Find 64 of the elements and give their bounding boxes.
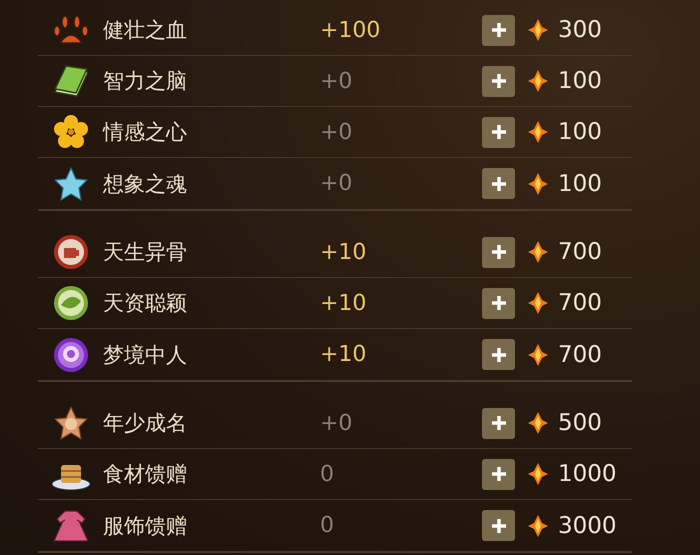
star-icon xyxy=(52,166,88,202)
bonus-value: +0 xyxy=(320,171,354,196)
plus-icon xyxy=(490,174,508,192)
cost-value: 300 xyxy=(558,17,602,43)
gem-icon xyxy=(528,172,548,194)
plus-icon xyxy=(490,243,508,261)
gem-icon xyxy=(528,514,548,536)
gem-icon xyxy=(528,70,548,92)
book-icon xyxy=(52,64,90,98)
cost-value: 3000 xyxy=(558,512,617,538)
gem-icon xyxy=(528,292,548,314)
plus-icon xyxy=(490,346,508,364)
bonus-value: +10 xyxy=(320,240,368,264)
gem-icon xyxy=(528,121,548,143)
attribute-name: 天生异骨 xyxy=(103,239,188,266)
plus-icon xyxy=(490,465,508,483)
cost-value: 700 xyxy=(558,290,602,316)
attribute-name: 天资聪颖 xyxy=(103,290,188,317)
plus-icon xyxy=(490,414,508,432)
cost-value: 100 xyxy=(558,170,602,196)
plus-icon xyxy=(490,72,508,90)
gem-icon xyxy=(528,241,548,263)
gem-icon xyxy=(528,412,548,434)
bonus-value: +0 xyxy=(320,120,354,144)
add-button[interactable] xyxy=(482,288,515,318)
paw-icon xyxy=(52,13,90,47)
plus-icon xyxy=(490,516,508,534)
add-button[interactable] xyxy=(482,236,515,268)
attribute-name: 年少成名 xyxy=(103,410,188,437)
add-button[interactable] xyxy=(482,458,515,490)
gem-icon xyxy=(528,463,548,485)
star-medal-icon xyxy=(52,405,88,441)
cost-value: 1000 xyxy=(558,461,617,487)
bonus-value: 0 xyxy=(320,513,335,538)
flower-icon xyxy=(52,114,88,150)
cost-value: 100 xyxy=(558,68,602,94)
cost-value: 700 xyxy=(558,239,602,265)
bonus-value: 0 xyxy=(320,462,335,486)
leaf-badge-icon xyxy=(52,285,88,321)
add-button[interactable] xyxy=(482,14,515,46)
add-button[interactable] xyxy=(482,408,515,438)
bonus-value: +10 xyxy=(320,342,368,367)
cost-value: 500 xyxy=(558,410,602,436)
plus-icon xyxy=(490,21,508,39)
bonus-value: +0 xyxy=(320,68,354,94)
dress-icon xyxy=(52,508,90,544)
gem-icon xyxy=(528,344,548,366)
attribute-name: 智力之脑 xyxy=(103,68,188,95)
attribute-name: 情感之心 xyxy=(103,119,188,146)
attribute-name: 服饰馈赠 xyxy=(103,512,188,540)
bonus-value: +0 xyxy=(320,410,354,436)
add-button[interactable] xyxy=(482,66,515,96)
attribute-name: 健壮之血 xyxy=(103,17,188,44)
gem-icon xyxy=(528,19,548,41)
add-button[interactable] xyxy=(482,116,515,148)
cost-value: 100 xyxy=(558,119,602,145)
attribute-name: 想象之魂 xyxy=(103,170,188,198)
plus-icon xyxy=(490,123,508,141)
bonus-value: +100 xyxy=(320,18,382,42)
bonus-value: +10 xyxy=(320,290,368,316)
cost-value: 700 xyxy=(558,342,602,368)
plus-icon xyxy=(490,294,508,312)
attribute-name: 食材馈赠 xyxy=(103,461,188,488)
attribute-name: 梦境中人 xyxy=(103,342,188,368)
